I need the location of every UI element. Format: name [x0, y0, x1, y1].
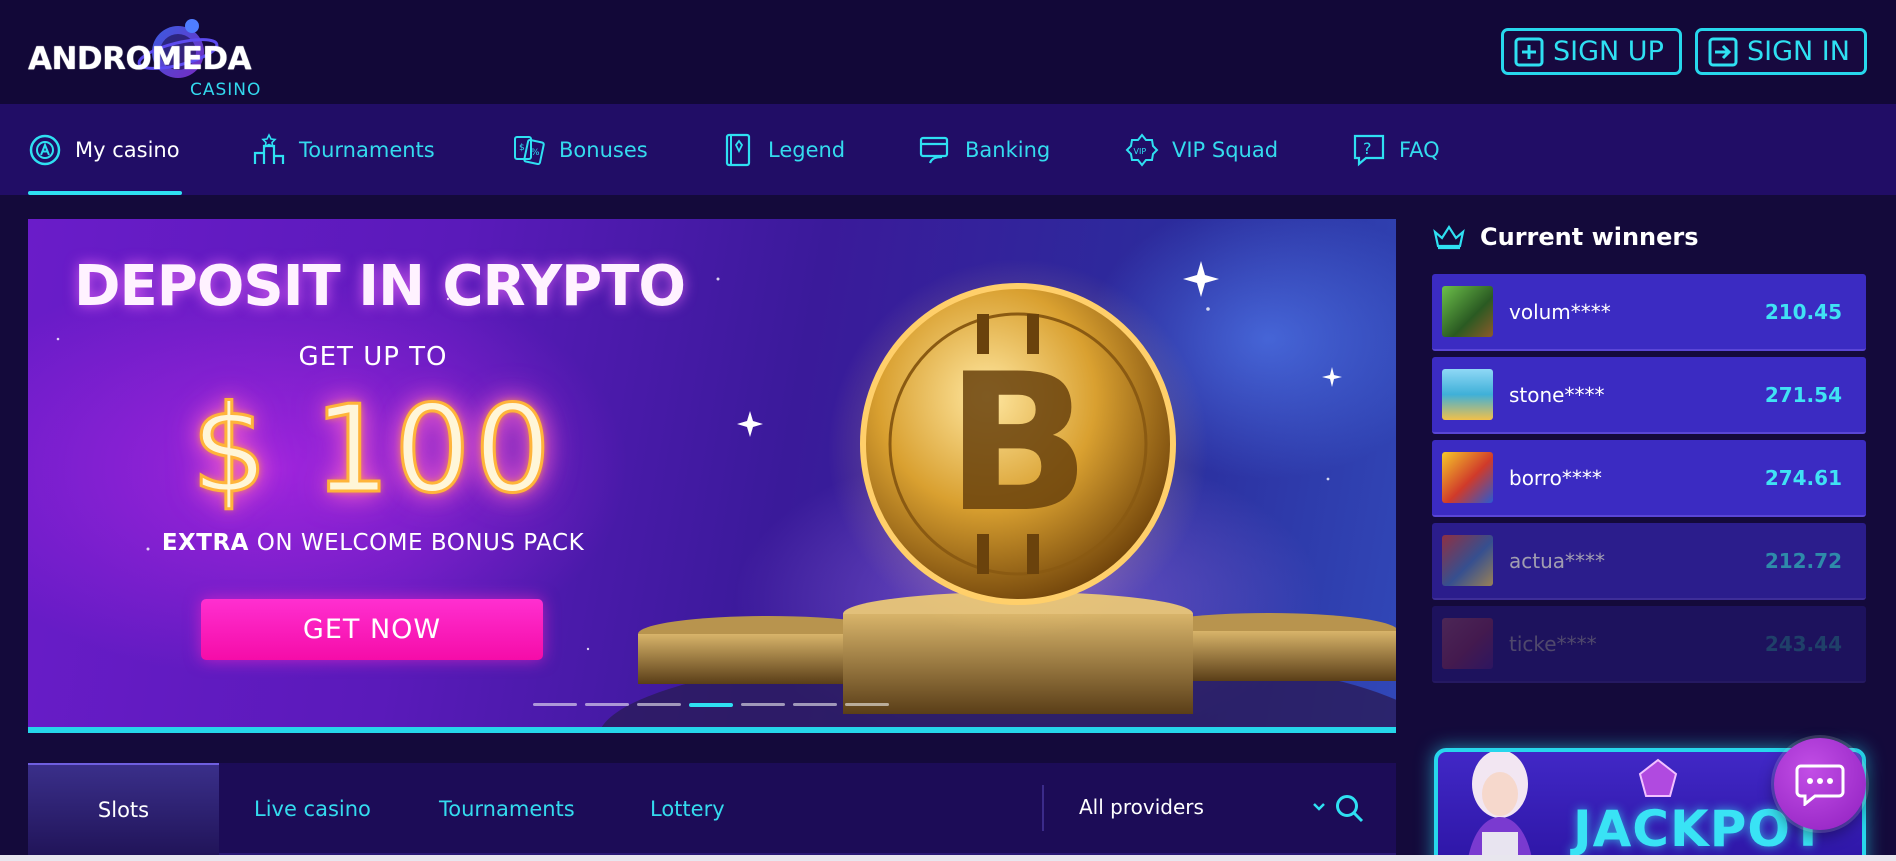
- winner-amount: 212.72: [1764, 548, 1842, 573]
- bitcoin-coin-image: B: [598, 259, 1396, 733]
- sign-in-button[interactable]: SIGN IN: [1695, 28, 1867, 75]
- brand-subtitle: CASINO: [190, 80, 262, 100]
- winner-row[interactable]: ticke**** 243.44: [1432, 606, 1866, 683]
- svg-text:VIP: VIP: [1134, 147, 1147, 156]
- tab-live-casino[interactable]: Live casino: [254, 763, 371, 855]
- slide-dot[interactable]: [845, 703, 889, 706]
- window-bottom-edge: [0, 855, 1896, 861]
- winner-amount: 274.61: [1764, 465, 1842, 490]
- slide-indicators: [533, 703, 889, 707]
- nav-label: Tournaments: [299, 137, 435, 162]
- svg-text:$: $: [519, 143, 525, 153]
- chevron-down-icon: [1313, 803, 1325, 811]
- winner-amount: 271.54: [1764, 382, 1842, 407]
- game-filter-bar: Slots Live casino Tournaments Lottery Al…: [28, 763, 1396, 855]
- vip-badge-icon: VIP: [1125, 132, 1159, 167]
- sign-in-label: SIGN IN: [1747, 36, 1850, 67]
- question-icon: ?: [1353, 134, 1385, 166]
- promo-extra-rest: ON WELCOME BONUS PACK: [248, 530, 585, 556]
- winner-row[interactable]: borro**** 274.61: [1432, 440, 1866, 517]
- winner-name: stone****: [1509, 382, 1605, 407]
- slide-dot[interactable]: [793, 703, 837, 706]
- winner-row[interactable]: volum**** 210.45: [1432, 274, 1866, 351]
- winner-name: borro****: [1509, 465, 1602, 490]
- winner-amount: 243.44: [1764, 631, 1842, 656]
- game-thumbnail: [1442, 535, 1493, 586]
- tab-slots[interactable]: Slots: [28, 763, 219, 855]
- banking-card-icon: [919, 136, 949, 163]
- nav-item-legend[interactable]: Legend: [721, 104, 845, 195]
- current-winners-heading: Current winners: [1432, 223, 1699, 251]
- nav-label: VIP Squad: [1172, 137, 1279, 162]
- podium-icon: [253, 132, 285, 164]
- game-thumbnail: [1442, 452, 1493, 503]
- plus-square-icon: [1514, 37, 1544, 66]
- tab-lottery[interactable]: Lottery: [650, 763, 725, 855]
- nav-label: Banking: [965, 137, 1051, 162]
- nav-label: My casino: [75, 137, 180, 162]
- promo-extra-bold: EXTRA: [161, 530, 249, 556]
- jackpot-hostess-image: [1467, 752, 1533, 861]
- nav-item-faq[interactable]: ? FAQ: [1352, 104, 1440, 195]
- slide-dot[interactable]: [585, 703, 629, 706]
- provider-select[interactable]: All providers: [1079, 785, 1327, 829]
- svg-text:B: B: [946, 333, 1091, 554]
- nav-item-bonuses[interactable]: $ % Bonuses: [512, 104, 648, 195]
- nav-label: Bonuses: [559, 137, 648, 162]
- winner-row[interactable]: stone**** 271.54: [1432, 357, 1866, 434]
- svg-text:?: ?: [1363, 139, 1372, 158]
- tab-tournaments[interactable]: Tournaments: [439, 763, 575, 855]
- winner-row[interactable]: actua**** 212.72: [1432, 523, 1866, 600]
- get-now-button[interactable]: GET NOW: [201, 599, 543, 660]
- winner-name: volum****: [1509, 299, 1611, 324]
- winner-amount: 210.45: [1764, 299, 1842, 324]
- nav-item-banking[interactable]: Banking: [918, 104, 1050, 195]
- sign-up-label: SIGN UP: [1553, 36, 1664, 67]
- provider-select-value: All providers: [1079, 795, 1204, 819]
- crown-icon: [1433, 224, 1465, 250]
- winners-title: Current winners: [1480, 223, 1699, 251]
- slide-dot[interactable]: [637, 703, 681, 706]
- promo-banner[interactable]: DEPOSIT IN CRYPTO GET UP TO $ 100 EXTRA …: [28, 219, 1396, 733]
- slide-dot[interactable]: [533, 703, 577, 706]
- main-nav: My casino Tournaments $ % Bonuses Legend: [0, 104, 1896, 195]
- andromeda-logo[interactable]: ANDROMEDA CASINO: [28, 14, 288, 100]
- sign-up-button[interactable]: SIGN UP: [1501, 28, 1682, 75]
- game-thumbnail: [1442, 618, 1493, 669]
- svg-text:%: %: [531, 148, 540, 158]
- nav-item-tournaments[interactable]: Tournaments: [252, 104, 435, 195]
- banner-progress-bar: [28, 727, 1396, 733]
- filter-divider: [1042, 785, 1044, 831]
- live-chat-button[interactable]: [1774, 738, 1866, 830]
- login-arrow-icon: [1708, 37, 1738, 66]
- nav-item-vip-squad[interactable]: VIP VIP Squad: [1125, 104, 1278, 195]
- nav-label: FAQ: [1399, 137, 1440, 162]
- nav-item-my-casino[interactable]: My casino: [28, 104, 182, 195]
- search-icon[interactable]: [1334, 793, 1366, 825]
- nav-label: Legend: [768, 137, 846, 162]
- legend-book-icon: [725, 133, 751, 166]
- winner-name: ticke****: [1509, 631, 1597, 656]
- game-thumbnail: [1442, 286, 1493, 337]
- chat-bubble-icon: [1795, 764, 1845, 806]
- brand-name: ANDROMEDA: [28, 41, 252, 77]
- bonus-cards-icon: $ %: [514, 135, 545, 165]
- game-thumbnail: [1442, 369, 1493, 420]
- header: ANDROMEDA CASINO SIGN UP SIGN IN: [0, 0, 1896, 104]
- winner-name: actua****: [1509, 548, 1606, 573]
- slide-dot-active[interactable]: [689, 703, 733, 707]
- slide-dot[interactable]: [741, 703, 785, 706]
- casino-chip-icon: [29, 134, 61, 165]
